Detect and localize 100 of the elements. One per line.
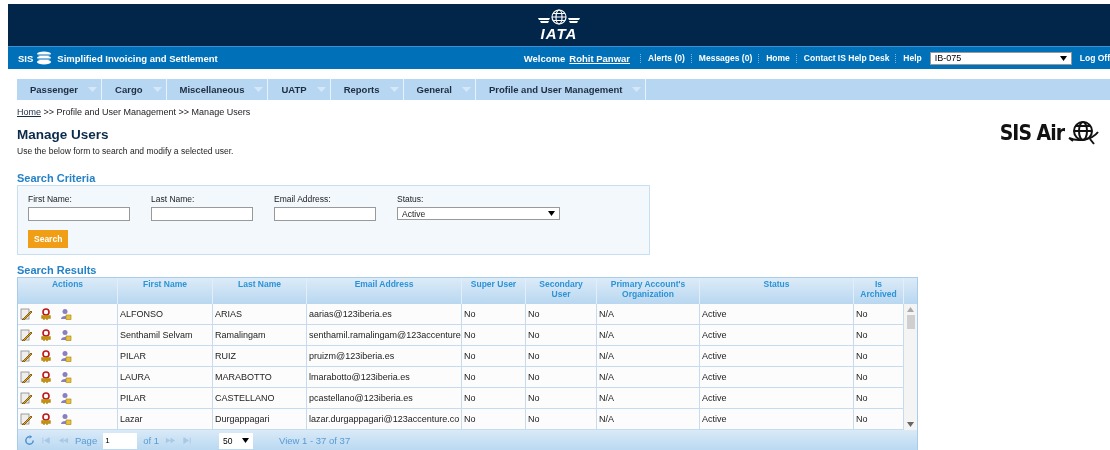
table-cell: Lazar — [118, 409, 213, 429]
table-cell: senthamil.ramalingam@123accenture — [307, 325, 462, 345]
table-cell: No — [526, 367, 597, 387]
table-cell: Durgappagari — [213, 409, 307, 429]
user-lock-icon[interactable] — [60, 392, 72, 404]
table-cell: lazar.durgappagari@123accenture.co — [307, 409, 462, 429]
menu-item[interactable]: UATP — [268, 79, 331, 100]
scrollbar-thumb[interactable] — [906, 315, 915, 329]
table-cell: ALFONSO — [118, 304, 213, 324]
page-label: Page — [75, 435, 98, 446]
table-cell: No — [526, 388, 597, 408]
globe-plane-icon — [1066, 120, 1100, 146]
caret-icon — [152, 87, 162, 92]
edit-pencil-icon[interactable] — [20, 329, 32, 341]
down-arrow-icon — [548, 211, 555, 216]
record-count: View 1 - 37 of 37 — [279, 435, 351, 446]
table-cell: lmarabotto@123iberia.es — [307, 367, 462, 387]
page-field[interactable]: 1 — [103, 432, 138, 449]
field-label: Email Address: — [274, 194, 332, 204]
table-cell: MARABOTTO — [213, 367, 307, 387]
edit-pencil-icon[interactable] — [20, 392, 32, 404]
side-logo-text: SIS Air — [999, 121, 1064, 145]
menu-item[interactable]: Reports — [330, 79, 404, 100]
edit-pencil-icon[interactable] — [20, 413, 32, 425]
field-label: First Name: — [28, 194, 73, 204]
up-arrow-icon — [907, 307, 914, 312]
scrollbar[interactable] — [904, 304, 917, 430]
table-cell: Active — [700, 304, 854, 324]
table-cell: Senthamil Selvam — [118, 325, 213, 345]
caret-icon — [389, 87, 399, 92]
field-label: Last Name: — [151, 194, 196, 204]
status-dropdown[interactable]: Active — [397, 207, 560, 220]
text-field[interactable] — [151, 207, 253, 221]
refresh-icon[interactable] — [24, 435, 35, 446]
edit-pencil-icon[interactable] — [20, 350, 32, 362]
logo-text: IATA — [540, 27, 578, 41]
nav-link[interactable]: Messages (0) — [698, 53, 753, 63]
table-cell: RUIZ — [213, 346, 307, 366]
table-cell: No — [526, 409, 597, 429]
text-field[interactable] — [274, 207, 376, 221]
user-lock-icon[interactable] — [60, 371, 72, 383]
field-label: Status: — [397, 194, 425, 204]
nav-link[interactable]: Help — [903, 53, 922, 63]
nav-link[interactable]: Home — [766, 53, 790, 63]
table-cell: pruizm@123iberia.es — [307, 346, 462, 366]
table-cell: PILAR — [118, 346, 213, 366]
table-cell: N/A — [597, 325, 700, 345]
menu-item[interactable]: Miscellaneous — [166, 79, 269, 100]
menu-item[interactable]: Cargo — [102, 79, 167, 100]
table-cell: CASTELLANO — [213, 388, 307, 408]
page-title: Manage Users — [17, 127, 109, 142]
table-cell: No — [526, 346, 597, 366]
table-cell: N/A — [597, 346, 700, 366]
user-lock-icon[interactable] — [60, 413, 72, 425]
logoff-link[interactable]: Log Off — [1079, 53, 1110, 63]
table-cell: LAURA — [118, 367, 213, 387]
edit-pencil-icon[interactable] — [20, 308, 32, 320]
breadcrumb-text: >> Profile and User Management >> Manage Users — [43, 107, 251, 117]
user-lock-icon[interactable] — [60, 350, 72, 362]
page-size-dropdown[interactable]: 50 — [219, 432, 254, 449]
caret-icon — [632, 87, 642, 92]
caret-icon — [461, 87, 471, 92]
table-cell: pcastellano@123iberia.es — [307, 388, 462, 408]
edit-pencil-icon[interactable] — [20, 371, 32, 383]
table-cell: N/A — [597, 367, 700, 387]
section-heading: Search Results — [17, 264, 98, 276]
table-cell: Ramalingam — [213, 325, 307, 345]
table-cell: No — [462, 367, 526, 387]
menu-item[interactable]: Profile and User Management — [475, 79, 647, 100]
app-title: Simplified Invoicing and Settlement — [57, 52, 218, 64]
user-link[interactable]: Rohit Panwar — [569, 52, 630, 64]
page-description: Use the below form to search and modify a selected user. — [17, 146, 235, 156]
table-cell: Active — [700, 409, 854, 429]
caret-icon — [254, 87, 264, 92]
user-lock-icon[interactable] — [60, 308, 72, 320]
welcome-text: Welcome — [523, 52, 566, 64]
table-cell: Active — [700, 388, 854, 408]
table-cell: Active — [700, 346, 854, 366]
section-heading: Search Criteria — [17, 172, 97, 184]
user-lock-icon[interactable] — [60, 329, 72, 341]
menu-item[interactable]: Passenger — [17, 79, 103, 100]
table-cell: No — [462, 304, 526, 324]
table-cell: N/A — [597, 409, 700, 429]
table-cell: N/A — [597, 388, 700, 408]
brand-text: SIS — [18, 52, 34, 64]
table-cell: No — [462, 409, 526, 429]
down-arrow-icon — [242, 438, 250, 443]
text-field[interactable] — [28, 207, 130, 221]
menu-item[interactable]: General — [403, 79, 476, 100]
home-link[interactable]: Home — [17, 107, 41, 117]
account-dropdown[interactable]: IB-075 — [929, 51, 1072, 65]
table-cell: N/A — [597, 304, 700, 324]
table-cell: No — [462, 346, 526, 366]
down-arrow-icon — [907, 422, 914, 427]
caret-icon — [316, 87, 326, 92]
nav-link[interactable]: Alerts (0) — [648, 53, 685, 63]
table-cell: No — [462, 388, 526, 408]
nav-link[interactable]: Contact IS Help Desk — [803, 53, 890, 63]
table-cell: Active — [700, 367, 854, 387]
stacked-discs-icon — [35, 51, 54, 65]
